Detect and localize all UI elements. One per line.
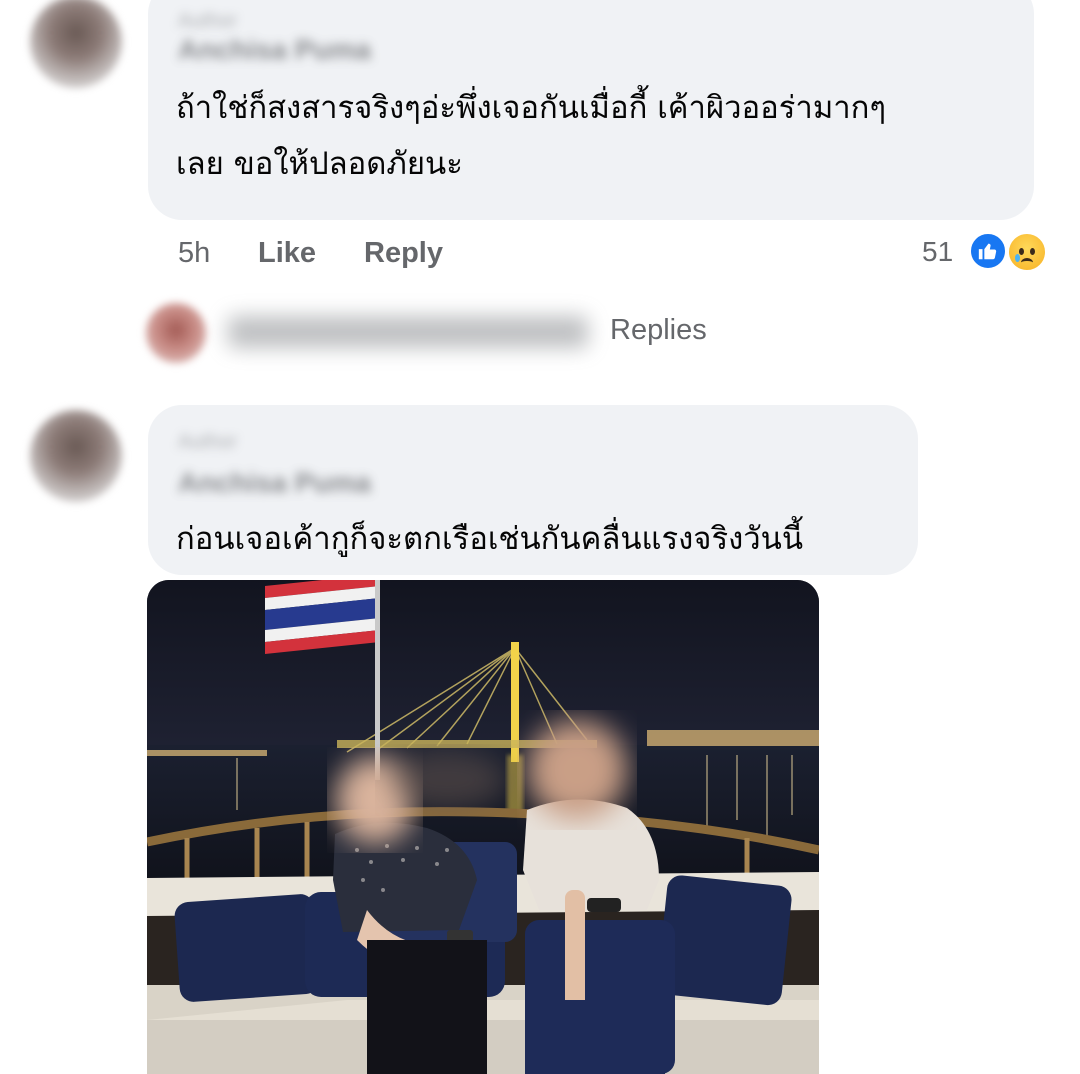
comment-photo[interactable]	[147, 580, 819, 1074]
comment-bubble: Author Anchisa Puma ก่อนเจอเค้ากูก็จะตกเ…	[148, 405, 918, 575]
night-boat-photo	[147, 580, 819, 1074]
reply-avatar[interactable]	[146, 303, 206, 363]
sad-icon[interactable]	[1006, 231, 1048, 273]
author-badge: Author	[178, 431, 237, 453]
comment-thread: Author Anchisa Puma ถ้าใช่ก็สงสารจริงๆอ่…	[0, 0, 1080, 1074]
like-button[interactable]: Like	[258, 237, 316, 270]
comment-author-name[interactable]: Anchisa Puma	[178, 467, 371, 499]
author-badge: Author	[178, 10, 237, 32]
view-replies-link[interactable]: Replies	[610, 314, 707, 347]
comment-timestamp[interactable]: 5h	[178, 237, 210, 270]
like-icon[interactable]	[968, 231, 1008, 271]
comment-text-line: เลย ขอให้ปลอดภัยนะ	[176, 146, 463, 182]
comment-author-name[interactable]: Anchisa Puma	[178, 34, 371, 66]
reply-button[interactable]: Reply	[364, 237, 443, 270]
commenter-avatar[interactable]	[30, 0, 122, 88]
reaction-count[interactable]: 51	[922, 236, 953, 268]
comment-text-line: ถ้าใช่ก็สงสารจริงๆอ่ะพึ่งเจอกันเมื่อกี้ …	[176, 90, 887, 126]
commenter-avatar[interactable]	[30, 410, 122, 502]
comment-text-line: ก่อนเจอเค้ากูก็จะตกเรือเช่นกันคลื่นแรงจร…	[176, 521, 804, 557]
replies-author-blurred[interactable]	[228, 316, 588, 348]
comment-bubble: Author Anchisa Puma ถ้าใช่ก็สงสารจริงๆอ่…	[148, 0, 1034, 220]
